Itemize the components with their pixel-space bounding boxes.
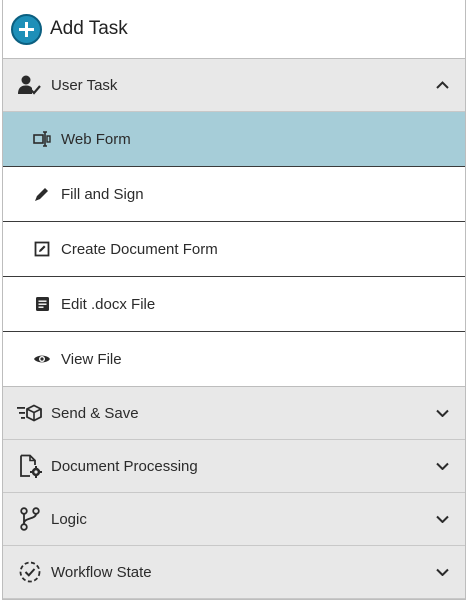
chevron-down-icon[interactable] xyxy=(435,512,449,526)
task-item-create-document-form[interactable]: Create Document Form xyxy=(3,222,465,277)
task-item-label: Edit .docx File xyxy=(61,295,156,313)
chevron-down-icon[interactable] xyxy=(435,406,449,420)
task-item-view-file[interactable]: View File xyxy=(3,332,465,387)
plus-icon xyxy=(19,21,34,37)
workflow-state-icon xyxy=(17,560,43,584)
edit-box-icon xyxy=(33,240,51,258)
section-user-task[interactable]: User Task xyxy=(3,59,465,112)
chevron-down-icon[interactable] xyxy=(435,565,449,579)
section-workflow-state[interactable]: Workflow State xyxy=(3,546,465,599)
task-item-fill-and-sign[interactable]: Fill and Sign xyxy=(3,167,465,222)
panel-title: Add Task xyxy=(50,18,128,39)
task-item-label: Web Form xyxy=(61,130,131,148)
task-item-label: Create Document Form xyxy=(61,240,218,258)
section-label: Document Processing xyxy=(51,457,198,475)
add-task-panel: Add Task User Task Web Form Fill and Sig… xyxy=(2,0,466,600)
section-label: Send & Save xyxy=(51,404,139,422)
branch-icon xyxy=(17,507,43,531)
add-task-button[interactable] xyxy=(11,13,42,45)
send-package-icon xyxy=(17,401,43,425)
section-send-and-save[interactable]: Send & Save xyxy=(3,387,465,440)
document-icon xyxy=(33,295,51,313)
eye-icon xyxy=(33,350,51,368)
task-item-web-form[interactable]: Web Form xyxy=(3,112,465,167)
section-document-processing[interactable]: Document Processing xyxy=(3,440,465,493)
section-label: Logic xyxy=(51,510,87,528)
chevron-up-icon[interactable] xyxy=(435,78,449,92)
web-form-icon xyxy=(33,130,51,148)
section-label: User Task xyxy=(51,76,118,94)
document-gear-icon xyxy=(17,454,43,478)
task-item-edit-docx-file[interactable]: Edit .docx File xyxy=(3,277,465,332)
task-item-label: Fill and Sign xyxy=(61,185,144,203)
section-logic[interactable]: Logic xyxy=(3,493,465,546)
pen-icon xyxy=(33,185,51,203)
section-label: Workflow State xyxy=(51,563,152,581)
task-item-label: View File xyxy=(61,350,122,368)
chevron-down-icon[interactable] xyxy=(435,459,449,473)
panel-header: Add Task xyxy=(3,0,465,59)
user-check-icon xyxy=(17,73,43,97)
